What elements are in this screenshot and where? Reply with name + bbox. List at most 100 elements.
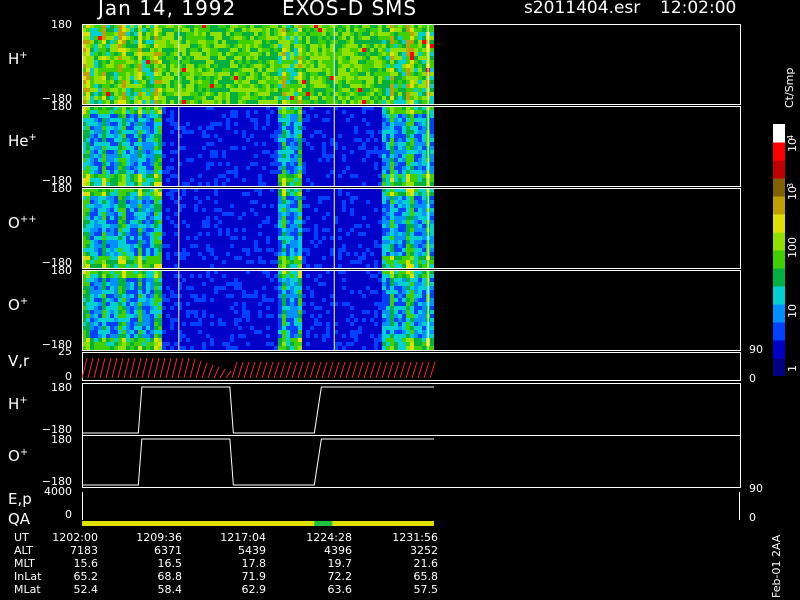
colorbar-swatch-8 bbox=[773, 214, 785, 233]
data-file-name: s2011404.esr bbox=[524, 0, 641, 18]
ephemeris-value: 65.8 bbox=[413, 570, 439, 583]
colorbar-label-1: 1 bbox=[786, 365, 799, 372]
qa-label: QA bbox=[8, 510, 31, 528]
ephemeris-value: 5439 bbox=[238, 544, 266, 557]
angle-label-1: O+ bbox=[8, 447, 29, 465]
vr-right-top-tick: 90 bbox=[749, 343, 763, 356]
panel-top-tick-0: 180 bbox=[51, 18, 72, 31]
ephemeris-value: 1231:56 bbox=[392, 531, 438, 544]
ephemeris-value: 71.9 bbox=[241, 570, 267, 583]
angle-top-tick-0: 180 bbox=[51, 381, 72, 394]
ephemeris-value: 63.6 bbox=[327, 583, 353, 596]
colorbar-swatch-13 bbox=[773, 124, 785, 143]
vr-right-bottom-tick: 0 bbox=[749, 372, 756, 385]
heatmap-panel-0 bbox=[82, 24, 434, 104]
colorbar-swatch-0 bbox=[773, 358, 785, 376]
species-label-2: O++ bbox=[8, 214, 37, 232]
ephemeris-row-ut: UT 1202:00 1209:36 1217:04 1224:28 1231:56 bbox=[0, 531, 520, 544]
panel-top-tick-2: 180 bbox=[51, 182, 72, 195]
ephemeris-value: 62.9 bbox=[241, 583, 267, 596]
colorbar-swatch-1 bbox=[773, 340, 785, 359]
vr-top-tick: 25 bbox=[58, 345, 72, 358]
vr-trace bbox=[82, 357, 436, 379]
colorbar-swatch-12 bbox=[773, 142, 785, 161]
angle-trace-0 bbox=[82, 386, 434, 434]
colorbar-swatch-11 bbox=[773, 160, 785, 179]
ephemeris-value: 1217:04 bbox=[220, 531, 266, 544]
ep-top-tick: 4000 bbox=[44, 485, 72, 498]
ephemeris-value: 3252 bbox=[410, 544, 438, 557]
plot-date: Jan 14, 1992 bbox=[98, 0, 237, 20]
ephemeris-label: MLT bbox=[14, 557, 35, 570]
colorbar-swatch-5 bbox=[773, 268, 785, 287]
heatmap-panel-1 bbox=[82, 106, 434, 186]
ephemeris-value: 72.2 bbox=[327, 570, 353, 583]
ep-right-bottom-tick: 0 bbox=[749, 511, 756, 524]
vr-label: V,r bbox=[8, 352, 30, 370]
ephemeris-value: 6371 bbox=[154, 544, 182, 557]
colorbar-label-100: 100 bbox=[786, 237, 799, 258]
ephemeris-value: 52.4 bbox=[73, 583, 99, 596]
species-label-1: He+ bbox=[8, 132, 37, 150]
ephemeris-label: UT bbox=[14, 531, 29, 544]
ephemeris-value: 57.5 bbox=[413, 583, 439, 596]
colorbar-label-10000-exp: 4 bbox=[786, 134, 795, 140]
ephemeris-value: 17.8 bbox=[241, 557, 267, 570]
version-stamp: Feb-01 2AA bbox=[770, 534, 783, 598]
heatmap-panel-2 bbox=[82, 188, 434, 268]
ephemeris-value: 15.6 bbox=[73, 557, 99, 570]
ephemeris-row-inlat: InLat 65.2 68.8 71.9 72.2 65.8 bbox=[0, 570, 520, 583]
instrument-name: EXOS-D SMS bbox=[282, 0, 418, 20]
colorbar-swatch-6 bbox=[773, 250, 785, 269]
species-label-3: O+ bbox=[8, 296, 29, 314]
colorbar-swatch-2 bbox=[773, 322, 785, 341]
ep-bottom-tick: 0 bbox=[65, 508, 72, 521]
angle-trace-1 bbox=[82, 438, 434, 486]
angle-top-tick-1: 180 bbox=[51, 433, 72, 446]
angle-label-0: H+ bbox=[8, 395, 28, 413]
ephemeris-value: 65.2 bbox=[73, 570, 99, 583]
colorbar-swatch-10 bbox=[773, 178, 785, 197]
ephemeris-label: ALT bbox=[14, 544, 33, 557]
angle-frame-1 bbox=[82, 435, 741, 488]
panel-top-tick-1: 180 bbox=[51, 100, 72, 113]
ephemeris-value: 58.4 bbox=[157, 583, 183, 596]
colorbar-swatch-4 bbox=[773, 286, 785, 305]
ephemeris-value: 7183 bbox=[70, 544, 98, 557]
colorbar-label-10: 10 bbox=[786, 304, 799, 318]
qa-bar-fill bbox=[82, 521, 434, 526]
ephemeris-value: 4396 bbox=[324, 544, 352, 557]
pitch-angle-panels bbox=[82, 383, 741, 488]
ephemeris-value: 1224:28 bbox=[306, 531, 352, 544]
ephemeris-value: 19.7 bbox=[327, 557, 353, 570]
species-heatmaps bbox=[82, 24, 741, 351]
ephemeris-value: 68.8 bbox=[157, 570, 183, 583]
colorbar-label-1000-exp: 3 bbox=[786, 182, 795, 188]
ephemeris-row-alt: ALT 7183 6371 5439 4396 3252 bbox=[0, 544, 520, 557]
colorbar-swatch-9 bbox=[773, 196, 785, 215]
colorbar-unit: Ct/Smp bbox=[783, 67, 796, 108]
ephemeris-label: MLat bbox=[14, 583, 41, 596]
ephemeris-value: 16.5 bbox=[157, 557, 183, 570]
vr-panel bbox=[82, 352, 741, 381]
colorbar-label-10000-base: 10 bbox=[786, 138, 799, 152]
ephemeris-row-mlat: MLat 52.4 58.4 62.9 63.6 57.5 bbox=[0, 583, 520, 596]
ep-label: E,p bbox=[8, 490, 32, 508]
ep-right-top-tick: 90 bbox=[749, 482, 763, 495]
panel-top-tick-3: 180 bbox=[51, 264, 72, 277]
ep-panel-frame bbox=[82, 492, 740, 520]
ephemeris-row-mlt: MLT 15.6 16.5 17.8 19.7 21.6 bbox=[0, 557, 520, 570]
species-label-0: H+ bbox=[8, 50, 28, 68]
colorbar-label-1000-base: 10 bbox=[786, 186, 799, 200]
angle-frame-0 bbox=[82, 383, 741, 436]
heatmap-panel-3 bbox=[82, 270, 434, 350]
colorbar-swatch-3 bbox=[773, 304, 785, 323]
qa-bar-flag bbox=[314, 521, 333, 526]
colorbar-swatch-7 bbox=[773, 232, 785, 251]
ephemeris-value: 1209:36 bbox=[136, 531, 182, 544]
start-time: 12:02:00 bbox=[660, 0, 737, 18]
colorbar bbox=[773, 124, 785, 376]
ephemeris-value: 21.6 bbox=[413, 557, 439, 570]
qa-bar bbox=[82, 521, 434, 526]
ephemeris-value: 1202:00 bbox=[52, 531, 98, 544]
